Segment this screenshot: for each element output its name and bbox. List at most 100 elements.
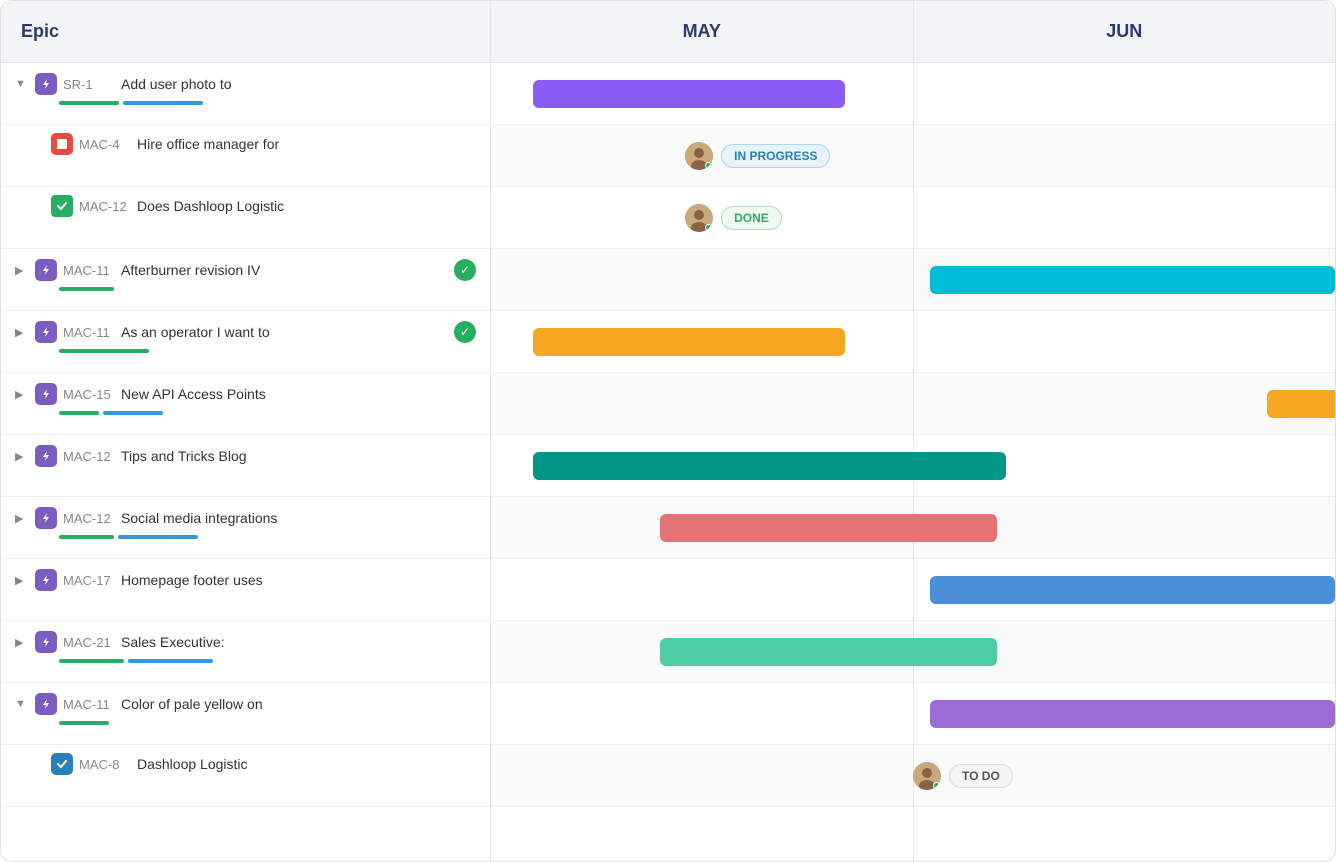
progress-bar	[123, 101, 203, 105]
avatar	[685, 204, 713, 232]
avatar	[913, 762, 941, 790]
status-pill: DONE	[721, 206, 782, 230]
epic-icon	[35, 693, 57, 715]
sub-epic-row: MAC-4Hire office manager for	[1, 125, 490, 187]
epic-icon	[35, 445, 57, 467]
ticket-title: Homepage footer uses	[121, 572, 263, 588]
done-badge: ✓	[454, 259, 476, 281]
epic-icon	[35, 321, 57, 343]
ticket-id: MAC-17	[63, 573, 115, 588]
epic-icon	[51, 133, 73, 155]
month-may: MAY	[491, 1, 914, 62]
progress-bar	[59, 535, 114, 539]
progress-bars	[59, 349, 476, 353]
epic-row-main: ▶MAC-15New API Access Points	[15, 383, 476, 405]
epic-icon	[35, 631, 57, 653]
progress-bar	[59, 349, 149, 353]
sub-ticket-title: Does Dashloop Logistic	[137, 198, 284, 214]
progress-bars	[59, 659, 476, 663]
gantt-panel: MAY JUN IN PROGRESS DONE TO DO	[491, 1, 1335, 861]
status-pill: TO DO	[949, 764, 1013, 788]
epic-row: ▶ MAC-17 Homepage footer uses	[1, 559, 490, 621]
expand-chevron[interactable]: ▶	[15, 326, 29, 339]
progress-bar	[128, 659, 213, 663]
gantt-bar	[930, 576, 1335, 604]
main-container: Epic ▼ SR-1 Add user photo to MAC-4Hire off…	[0, 0, 1336, 862]
gantt-body: IN PROGRESS DONE TO DO	[491, 63, 1335, 861]
done-badge: ✓	[454, 321, 476, 343]
avatar-status-group: IN PROGRESS	[685, 142, 830, 170]
progress-bar	[103, 411, 163, 415]
progress-bar	[59, 101, 119, 105]
ticket-title: As an operator I want to	[121, 324, 270, 340]
epic-row: ▶ MAC-12 Tips and Tricks Blog	[1, 435, 490, 497]
progress-bar	[59, 659, 124, 663]
ticket-id: MAC-12	[63, 449, 115, 464]
progress-bar	[118, 535, 198, 539]
progress-bar	[59, 287, 114, 291]
gantt-bar	[533, 328, 845, 356]
ticket-id: MAC-11	[63, 325, 115, 340]
ticket-id: SR-1	[63, 77, 115, 92]
epic-row: ▶MAC-15New API Access Points	[1, 373, 490, 435]
ticket-id: MAC-21	[63, 635, 115, 650]
sub-ticket-title: Dashloop Logistic	[137, 756, 248, 772]
epic-row-main: ▶ MAC-11 Afterburner revision IV ✓	[15, 259, 476, 281]
ticket-title: Tips and Tricks Blog	[121, 448, 247, 464]
avatar	[685, 142, 713, 170]
epic-icon	[51, 753, 73, 775]
expand-chevron[interactable]: ▼	[15, 698, 29, 710]
gantt-bar	[660, 514, 998, 542]
expand-chevron[interactable]: ▶	[15, 512, 29, 525]
epic-icon	[35, 569, 57, 591]
epic-header: Epic	[1, 1, 490, 63]
epic-title: Epic	[21, 21, 59, 42]
expand-chevron[interactable]: ▶	[15, 264, 29, 277]
sub-epic-row: MAC-12 Does Dashloop Logistic	[1, 187, 490, 249]
progress-bars	[59, 411, 476, 415]
sub-row-main: MAC-12 Does Dashloop Logistic	[51, 195, 476, 217]
epic-row-main: ▶ MAC-21 Sales Executive:	[15, 631, 476, 653]
epic-row-main: ▶ MAC-12 Tips and Tricks Blog	[15, 445, 476, 467]
progress-bar	[59, 411, 99, 415]
sub-row-main: MAC-8 Dashloop Logistic	[51, 753, 476, 775]
month-jun: JUN	[914, 1, 1336, 62]
epic-icon	[35, 507, 57, 529]
ticket-title: New API Access Points	[121, 386, 266, 402]
progress-bars	[59, 535, 476, 539]
gantt-bar	[660, 638, 998, 666]
ticket-title: Sales Executive:	[121, 634, 225, 650]
sub-ticket-title: Hire office manager for	[137, 136, 279, 152]
expand-chevron[interactable]: ▶	[15, 574, 29, 587]
epic-icon	[35, 73, 57, 95]
gantt-bar	[930, 266, 1335, 294]
expand-chevron[interactable]: ▶	[15, 388, 29, 401]
ticket-title: Add user photo to	[121, 76, 232, 92]
epic-row-main: ▶ MAC-12 Social media integrations	[15, 507, 476, 529]
expand-chevron[interactable]: ▼	[15, 78, 29, 90]
ticket-id: MAC-11	[63, 263, 115, 278]
epic-icon	[35, 383, 57, 405]
gantt-bar	[533, 80, 845, 108]
epic-row-main: ▶ MAC-17 Homepage footer uses	[15, 569, 476, 591]
sub-ticket-id: MAC-8	[79, 757, 131, 772]
epic-row: ▼ SR-1 Add user photo to	[1, 63, 490, 125]
ticket-title: Afterburner revision IV	[121, 262, 260, 278]
epic-row-main: ▼MAC-11Color of pale yellow on	[15, 693, 476, 715]
gantt-header: MAY JUN	[491, 1, 1335, 63]
avatar-status-group: TO DO	[913, 762, 1013, 790]
gantt-bar	[1267, 390, 1335, 418]
sub-row-main: MAC-4Hire office manager for	[51, 133, 476, 155]
sub-ticket-id: MAC-12	[79, 199, 131, 214]
epic-row: ▶ MAC-21 Sales Executive:	[1, 621, 490, 683]
ticket-title: Color of pale yellow on	[121, 696, 263, 712]
progress-bar	[59, 721, 109, 725]
epic-icon	[51, 195, 73, 217]
expand-chevron[interactable]: ▶	[15, 636, 29, 649]
ticket-id: MAC-12	[63, 511, 115, 526]
epic-row: ▼MAC-11Color of pale yellow on	[1, 683, 490, 745]
ticket-title: Social media integrations	[121, 510, 277, 526]
bars-layer: IN PROGRESS DONE TO DO	[491, 63, 1335, 861]
epic-row: ▶ MAC-11 As an operator I want to ✓	[1, 311, 490, 373]
expand-chevron[interactable]: ▶	[15, 450, 29, 463]
